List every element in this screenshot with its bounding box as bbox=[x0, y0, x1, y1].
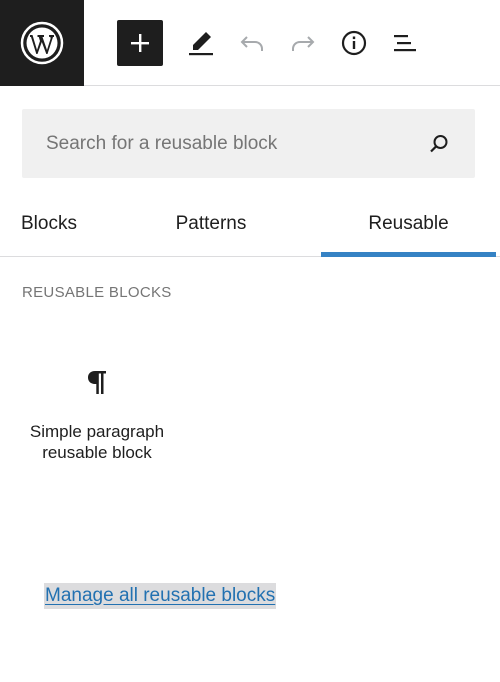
block-title: Simple paragraph reusable block bbox=[29, 422, 165, 462]
tab-patterns[interactable]: Patterns bbox=[150, 190, 272, 257]
details-button[interactable] bbox=[331, 20, 377, 66]
search-icon[interactable] bbox=[427, 132, 451, 156]
plus-icon bbox=[131, 34, 149, 52]
block-search bbox=[22, 109, 475, 178]
editor-toolbar bbox=[0, 0, 500, 86]
inserter-tabs: Blocks Patterns Reusable bbox=[0, 190, 500, 257]
tab-reusable[interactable]: Reusable bbox=[321, 190, 496, 257]
edit-mode-button[interactable] bbox=[178, 20, 224, 66]
paragraph-icon bbox=[88, 371, 106, 394]
section-heading: REUSABLE BLOCKS bbox=[22, 284, 172, 301]
pencil-icon bbox=[189, 32, 213, 56]
reusable-block-item[interactable]: Simple paragraph reusable block bbox=[22, 350, 172, 500]
wordpress-logo-icon bbox=[20, 21, 64, 65]
list-view-button[interactable] bbox=[382, 20, 428, 66]
manage-reusable-blocks-link[interactable]: Manage all reusable blocks bbox=[44, 583, 277, 609]
redo-button[interactable] bbox=[280, 20, 326, 66]
add-block-button[interactable] bbox=[117, 20, 163, 66]
search-input[interactable] bbox=[22, 109, 422, 178]
wordpress-logo-button[interactable] bbox=[0, 0, 84, 86]
undo-icon bbox=[240, 36, 263, 51]
undo-button[interactable] bbox=[229, 20, 275, 66]
info-icon bbox=[341, 30, 367, 56]
list-view-icon bbox=[394, 35, 416, 52]
redo-icon bbox=[292, 36, 315, 51]
tab-blocks[interactable]: Blocks bbox=[0, 190, 110, 257]
active-tab-indicator bbox=[321, 252, 496, 257]
